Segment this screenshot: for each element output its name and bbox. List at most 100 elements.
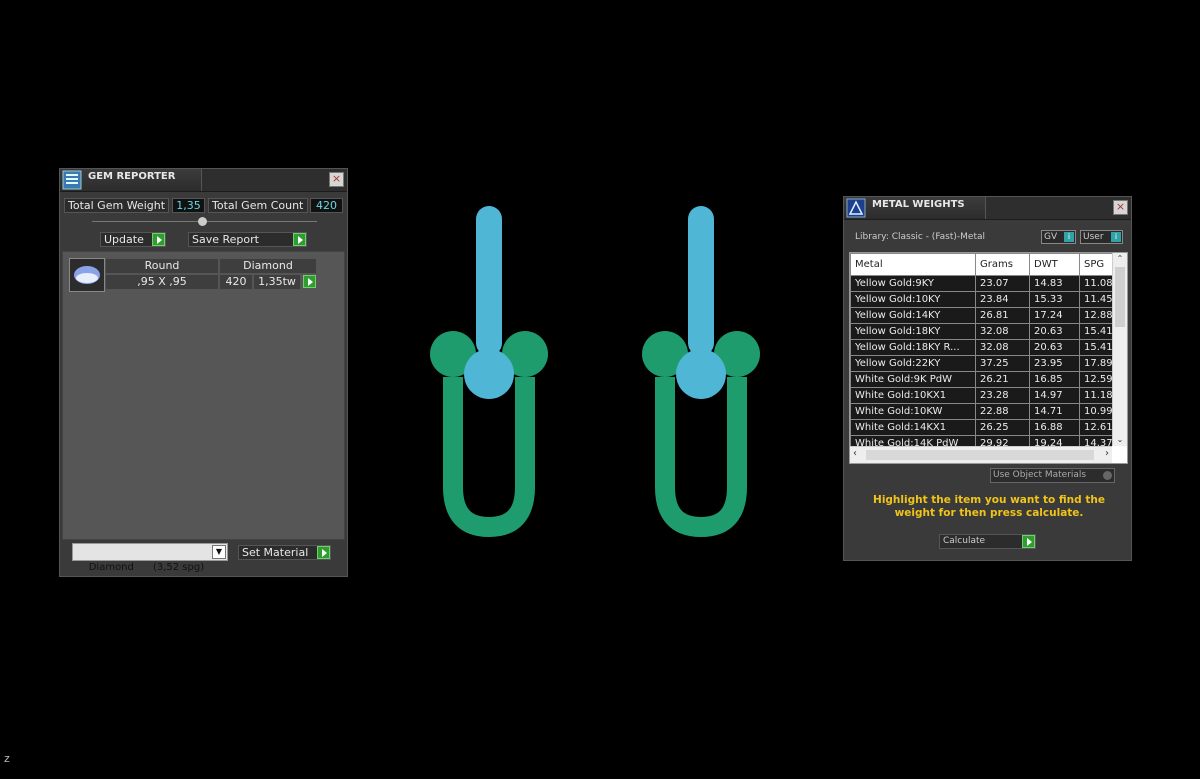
scroll-down-icon[interactable]: ⌄ bbox=[1113, 434, 1127, 446]
metal-table-header: Metal Grams DWT SPG bbox=[850, 253, 1112, 276]
metal-weights-titlebar[interactable]: METAL WEIGHTS × bbox=[844, 197, 1131, 220]
save-report-button[interactable]: Save Report bbox=[188, 232, 307, 247]
viewport-axis-label: z bbox=[4, 752, 10, 765]
play-icon bbox=[152, 233, 165, 246]
calculate-label: Calculate bbox=[943, 536, 986, 546]
earring-model-right[interactable] bbox=[641, 202, 761, 542]
spg-cell: 12.88 bbox=[1079, 307, 1112, 324]
update-label: Update bbox=[104, 233, 144, 246]
dwt-cell: 20.63 bbox=[1029, 339, 1080, 356]
spg-cell: 15.41 bbox=[1079, 323, 1112, 340]
gem-reporter-title-tab: GEM REPORTER bbox=[60, 169, 202, 191]
horizontal-scrollbar[interactable]: ‹ › bbox=[850, 446, 1112, 463]
total-gem-count-label: Total Gem Count bbox=[208, 198, 308, 213]
play-icon bbox=[1022, 535, 1035, 548]
metal-name-cell: White Gold:10KX1 bbox=[850, 387, 976, 404]
dwt-cell: 17.24 bbox=[1029, 307, 1080, 324]
gem-reporter-title: GEM REPORTER bbox=[88, 171, 176, 182]
metal-name-cell: Yellow Gold:9KY bbox=[850, 275, 976, 292]
scroll-thumb-horizontal[interactable] bbox=[866, 450, 1094, 460]
metal-table-row[interactable]: Yellow Gold:9KY 23.07 14.83 11.08 bbox=[850, 275, 1112, 292]
metal-table-row[interactable]: Yellow Gold:10KY 23.84 15.33 11.45 bbox=[850, 291, 1112, 308]
vertical-scrollbar[interactable]: ⌃ ⌄ bbox=[1112, 253, 1127, 446]
spg-cell: 12.61 bbox=[1079, 419, 1112, 436]
calculate-button[interactable]: Calculate bbox=[939, 534, 1036, 549]
earring-model-left[interactable] bbox=[429, 202, 549, 542]
metal-weights-title: METAL WEIGHTS bbox=[872, 199, 965, 210]
user-toggle[interactable]: User i bbox=[1080, 230, 1123, 244]
scroll-left-icon[interactable]: ‹ bbox=[853, 448, 857, 459]
total-gem-weight-label: Total Gem Weight bbox=[64, 198, 169, 213]
grams-cell: 23.28 bbox=[975, 387, 1030, 404]
column-header-grams[interactable]: Grams bbox=[975, 253, 1030, 276]
gem-weight: 1,35tw bbox=[253, 274, 301, 290]
gv-toggle[interactable]: GV i bbox=[1041, 230, 1076, 244]
column-header-dwt[interactable]: DWT bbox=[1029, 253, 1080, 276]
dwt-cell: 14.71 bbox=[1029, 403, 1080, 420]
update-button[interactable]: Update bbox=[100, 232, 166, 247]
metal-table-row[interactable]: White Gold:10KW 22.88 14.71 10.99 bbox=[850, 403, 1112, 420]
metal-table-row[interactable]: White Gold:14K PdW 29.92 19.24 14.37 bbox=[850, 435, 1112, 446]
gem-material-header: Diamond bbox=[219, 258, 317, 274]
dwt-cell: 14.83 bbox=[1029, 275, 1080, 292]
round-diamond-icon bbox=[69, 258, 105, 292]
splitter-handle-icon[interactable] bbox=[198, 217, 207, 226]
chevron-down-icon[interactable]: ▼ bbox=[212, 545, 226, 559]
grams-cell: 29.92 bbox=[975, 435, 1030, 446]
column-header-metal[interactable]: Metal bbox=[850, 253, 976, 276]
instructions-text: Highlight the item you want to find the … bbox=[873, 494, 1105, 519]
column-header-spg[interactable]: SPG bbox=[1079, 253, 1112, 276]
gem-row-action-button[interactable] bbox=[303, 275, 316, 288]
gem-reporter-close-button[interactable]: × bbox=[329, 172, 344, 187]
metal-table-row[interactable]: Yellow Gold:14KY 26.81 17.24 12.88 bbox=[850, 307, 1112, 324]
grams-cell: 32.08 bbox=[975, 339, 1030, 356]
set-material-button[interactable]: Set Material bbox=[238, 545, 331, 560]
metal-table-viewport: Metal Grams DWT SPG Yellow Gold:9KY 23.07… bbox=[850, 253, 1112, 446]
gem-count: 420 bbox=[219, 274, 253, 290]
grams-cell: 26.21 bbox=[975, 371, 1030, 388]
metal-table-row[interactable]: White Gold:14KX1 26.25 16.88 12.61 bbox=[850, 419, 1112, 436]
metal-weights-close-button[interactable]: × bbox=[1113, 200, 1128, 215]
grams-cell: 37.25 bbox=[975, 355, 1030, 372]
gem-reporter-panel: GEM REPORTER × Total Gem Weight 1,35 Tot… bbox=[59, 168, 348, 577]
save-report-label: Save Report bbox=[192, 233, 259, 246]
gv-label: GV bbox=[1044, 232, 1058, 242]
gem-row[interactable]: Round Diamond ,95 X ,95 420 1,35tw bbox=[69, 258, 317, 292]
metal-table-row[interactable]: White Gold:10KX1 23.28 14.97 11.18 bbox=[850, 387, 1112, 404]
use-object-materials-toggle[interactable]: Use Object Materials bbox=[990, 468, 1115, 483]
dwt-cell: 20.63 bbox=[1029, 323, 1080, 340]
metal-table-row[interactable]: Yellow Gold:18KY R... 32.08 20.63 15.41 bbox=[850, 339, 1112, 356]
dwt-cell: 19.24 bbox=[1029, 435, 1080, 446]
metal-table-row[interactable]: Yellow Gold:18KY 32.08 20.63 15.41 bbox=[850, 323, 1112, 340]
info-icon: i bbox=[1064, 232, 1074, 242]
gem-shape-header: Round bbox=[105, 258, 219, 274]
metal-name-cell: White Gold:14KX1 bbox=[850, 419, 976, 436]
scroll-up-icon[interactable]: ⌃ bbox=[1113, 253, 1127, 265]
scroll-right-icon[interactable]: › bbox=[1105, 448, 1109, 459]
material-select-value: Diamond (3,52 spg) bbox=[88, 562, 205, 573]
gem-list-area[interactable]: Round Diamond ,95 X ,95 420 1,35tw bbox=[62, 251, 345, 540]
spg-cell: 15.41 bbox=[1079, 339, 1112, 356]
grams-cell: 22.88 bbox=[975, 403, 1030, 420]
metal-name-cell: White Gold:9K PdW bbox=[850, 371, 976, 388]
grams-cell: 26.25 bbox=[975, 419, 1030, 436]
use-object-materials-label: Use Object Materials bbox=[993, 470, 1087, 480]
total-gem-weight-value: 1,35 bbox=[172, 198, 205, 213]
metal-table-row[interactable]: White Gold:9K PdW 26.21 16.85 12.59 bbox=[850, 371, 1112, 388]
gem-size: ,95 X ,95 bbox=[105, 274, 219, 290]
metal-table-frame[interactable]: Metal Grams DWT SPG Yellow Gold:9KY 23.07… bbox=[849, 252, 1128, 464]
info-icon: i bbox=[1111, 232, 1121, 242]
play-icon bbox=[317, 546, 330, 559]
scroll-thumb[interactable] bbox=[1115, 267, 1125, 327]
gem-report-icon bbox=[62, 170, 82, 190]
metal-table-row[interactable]: Yellow Gold:22KY 37.25 23.95 17.89 bbox=[850, 355, 1112, 372]
material-select[interactable]: Diamond (3,52 spg) ▼ bbox=[72, 543, 228, 573]
library-label: Library: Classic - (Fast)-Metal bbox=[855, 232, 986, 242]
grams-cell: 32.08 bbox=[975, 323, 1030, 340]
dwt-cell: 14.97 bbox=[1029, 387, 1080, 404]
gem-reporter-titlebar[interactable]: GEM REPORTER × bbox=[60, 169, 347, 192]
toggle-off-icon bbox=[1103, 471, 1112, 480]
spg-cell: 14.37 bbox=[1079, 435, 1112, 446]
metal-weights-icon bbox=[846, 198, 866, 218]
grams-cell: 26.81 bbox=[975, 307, 1030, 324]
